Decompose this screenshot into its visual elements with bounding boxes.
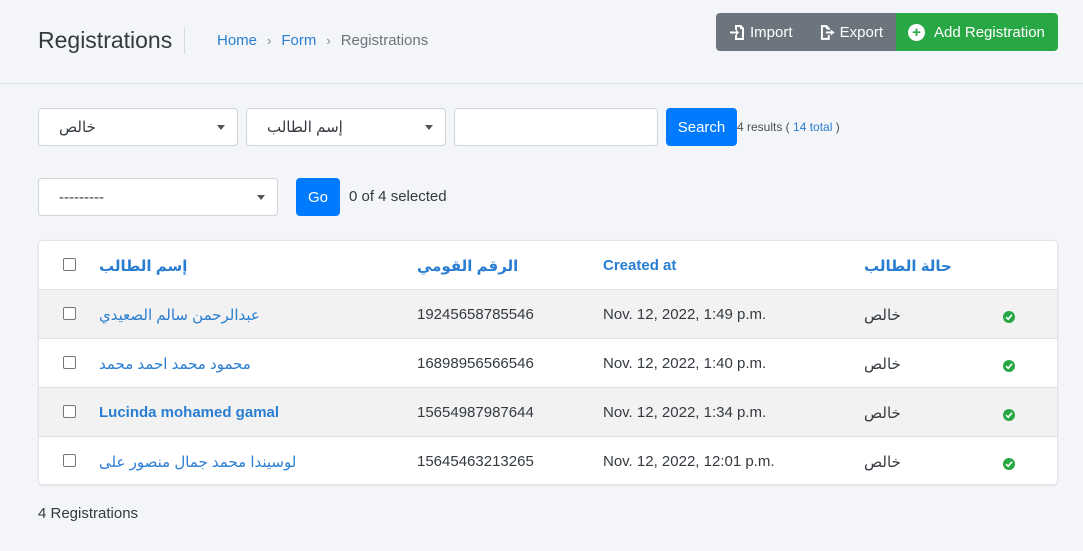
national-id: 19245658785546 (417, 306, 534, 323)
column-header-student-status[interactable]: حالة الطالب (864, 257, 952, 275)
student-status: خالص (864, 405, 901, 422)
bulk-action-value: --------- (59, 188, 104, 206)
registrations-table: إسم الطالب الرقم القومي Created at حالة … (38, 240, 1058, 485)
export-button[interactable]: Export (806, 13, 896, 51)
add-registration-label: Add Registration (934, 23, 1045, 41)
import-icon (730, 24, 744, 40)
go-button[interactable]: Go (296, 178, 340, 216)
title-divider (184, 27, 185, 54)
table-header-row: إسم الطالب الرقم القومي Created at حالة … (39, 241, 1057, 290)
export-icon (820, 24, 835, 40)
results-count: 4 results ( (737, 120, 790, 134)
created-at: Nov. 12, 2022, 1:34 p.m. (603, 404, 767, 421)
national-id: 16898956566546 (417, 355, 534, 372)
chevron-down-icon (217, 125, 225, 130)
breadcrumb-current: Registrations (340, 32, 429, 49)
breadcrumb-separator: › (326, 33, 331, 48)
row-checkbox[interactable] (63, 454, 76, 467)
check-circle-icon (1003, 360, 1015, 372)
search-field-select[interactable]: إسم الطالب (246, 108, 446, 146)
search-button[interactable]: Search (666, 108, 737, 146)
page-header: Registrations Home › Form › Registration… (0, 0, 1083, 84)
search-input[interactable] (454, 108, 658, 146)
add-registration-button[interactable]: + Add Registration (896, 13, 1058, 51)
select-all-checkbox[interactable] (63, 258, 76, 271)
created-at: Nov. 12, 2022, 1:49 p.m. (603, 306, 767, 323)
results-suffix: ) (835, 120, 840, 134)
chevron-down-icon (257, 195, 265, 200)
row-checkbox[interactable] (63, 307, 76, 320)
table-row: عبدالرحمن سالم الصعيدي 19245658785546 No… (39, 290, 1057, 339)
table-row: لوسيندا محمد جمال منصور على 156454632132… (39, 437, 1057, 484)
table-row: محمود محمد احمد محمد 16898956566546 Nov.… (39, 339, 1057, 388)
student-status: خالص (864, 356, 901, 373)
import-button[interactable]: Import (716, 13, 806, 51)
plus-circle-icon: + (908, 23, 925, 41)
column-header-created-at[interactable]: Created at (603, 257, 676, 274)
header-actions: Import Export + Add Registration (716, 13, 1058, 51)
chevron-down-icon (425, 125, 433, 130)
created-at: Nov. 12, 2022, 1:40 p.m. (603, 355, 767, 372)
results-summary: 4 results ( 14 total ) (737, 120, 840, 134)
national-id: 15645463213265 (417, 453, 534, 470)
check-circle-icon (1003, 311, 1015, 323)
selected-count: 0 of 4 selected (349, 188, 447, 205)
student-name-link[interactable]: عبدالرحمن سالم الصعيدي (99, 306, 260, 324)
student-name-link[interactable]: لوسيندا محمد جمال منصور على (99, 453, 296, 471)
status-filter-value: خالص (59, 119, 96, 136)
breadcrumb-home-link[interactable]: Home (217, 32, 257, 49)
created-at: Nov. 12, 2022, 12:01 p.m. (603, 453, 775, 470)
registrations-count: 4 Registrations (38, 505, 139, 522)
breadcrumb: Home › Form › Registrations (217, 32, 428, 49)
breadcrumb-separator: › (267, 33, 272, 48)
student-status: خالص (864, 307, 901, 324)
student-name-link[interactable]: محمود محمد احمد محمد (99, 355, 251, 373)
import-label: Import (750, 23, 793, 41)
search-field-value: إسم الطالب (267, 119, 343, 136)
status-filter-select[interactable]: خالص (38, 108, 238, 146)
table-row: Lucinda mohamed gamal 15654987987644 Nov… (39, 388, 1057, 437)
student-status: خالص (864, 454, 901, 471)
row-checkbox[interactable] (63, 356, 76, 369)
bulk-action-select[interactable]: --------- (38, 178, 278, 216)
column-header-student-name[interactable]: إسم الطالب (99, 257, 187, 275)
student-name-link[interactable]: Lucinda mohamed gamal (99, 404, 279, 421)
page-title: Registrations (38, 27, 173, 53)
export-label: Export (839, 23, 883, 41)
check-circle-icon (1003, 409, 1015, 421)
column-header-national-id[interactable]: الرقم القومي (417, 257, 518, 275)
row-checkbox[interactable] (63, 405, 76, 418)
total-link[interactable]: 14 total (793, 120, 832, 134)
breadcrumb-form-link[interactable]: Form (281, 32, 316, 49)
national-id: 15654987987644 (417, 404, 534, 421)
check-circle-icon (1003, 458, 1015, 470)
